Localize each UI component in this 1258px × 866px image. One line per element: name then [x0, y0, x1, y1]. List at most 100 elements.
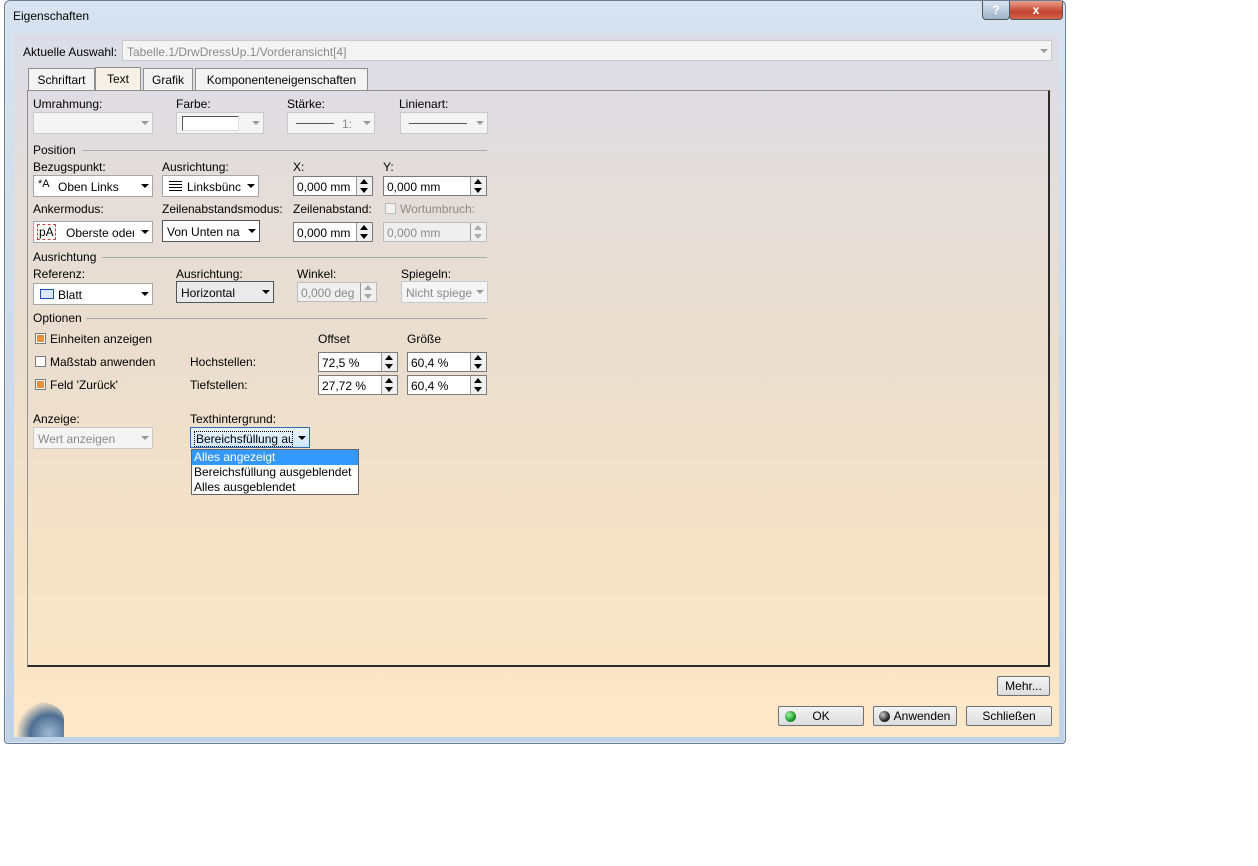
anzeige-combo[interactable]: Wert anzeigen — [33, 427, 153, 449]
groesse-header: Größe — [407, 332, 442, 346]
bezugspunkt-value: Oben Links — [58, 180, 119, 194]
position-ausrichtung-combo[interactable]: Linksbünc — [162, 175, 259, 197]
texthintergrund-combo[interactable]: Bereichsfüllung au — [190, 427, 310, 448]
einheiten-label: Einheiten anzeigen — [50, 332, 153, 346]
einheiten-checkbox[interactable] — [35, 333, 46, 344]
properties-dialog: Eigenschaften ? x Aktuelle Auswahl: Tabe… — [4, 0, 1066, 744]
hochstellen-offset-value: 72,5 % — [322, 356, 360, 370]
tab-panel: Umrahmung: Farbe: Stärke: 1: Linienart: … — [27, 90, 1050, 667]
tab-label: Text — [106, 72, 129, 86]
tiefstellen-label: Tiefstellen: — [190, 378, 248, 392]
massstab-checkbox[interactable] — [35, 356, 46, 367]
optionen-section-title: Optionen — [33, 311, 82, 325]
apply-ball-icon — [879, 711, 890, 722]
selection-value: Tabelle.1/DrwDressUp.1/Vorderansicht[4] — [127, 45, 347, 59]
dropdown-option-bereichsfuellung-ausgeblendet[interactable]: Bereichsfüllung ausgeblendet — [192, 465, 358, 480]
spin-arrows-icon[interactable] — [470, 223, 486, 241]
wortumbruch-spinner[interactable]: 0,000 mm — [383, 222, 487, 242]
spin-arrows-icon[interactable] — [381, 376, 397, 394]
ankermodus-label: Ankermodus: — [33, 202, 104, 216]
massstab-label: Maßstab anwenden — [50, 355, 156, 369]
bezugspunkt-label: Bezugspunkt: — [33, 160, 106, 174]
dropdown-option-alles-ausgeblendet[interactable]: Alles ausgeblendet — [192, 480, 358, 495]
tiefstellen-offset-spinner[interactable]: 27,72 % — [318, 375, 398, 395]
window-title: Eigenschaften — [13, 9, 90, 23]
orientation-ausrichtung-value: Horizontal — [181, 286, 236, 300]
sheet-icon — [40, 289, 54, 299]
tiefstellen-offset-value: 27,72 % — [322, 379, 367, 393]
orientation-ausrichtung-combo[interactable]: Horizontal — [176, 281, 274, 303]
line-style-icon — [409, 123, 467, 124]
title-bar[interactable]: Eigenschaften ? x — [5, 1, 1065, 29]
chevron-down-icon — [136, 428, 152, 448]
staerke-value: 1: — [342, 117, 353, 131]
farbe-label: Farbe: — [176, 97, 211, 111]
wortumbruch-value: 0,000 mm — [387, 226, 441, 240]
spin-arrows-icon[interactable] — [356, 177, 372, 195]
y-label: Y: — [383, 160, 394, 174]
ok-button[interactable]: OK — [778, 706, 864, 726]
selection-combo[interactable]: Tabelle.1/DrwDressUp.1/Vorderansicht[4] — [122, 40, 1052, 61]
section-divider — [102, 257, 487, 258]
zeilenabstandsmodus-value: Von Unten na — [167, 225, 240, 239]
tab-label: Komponenteneigenschaften — [206, 73, 357, 87]
spin-arrows-icon[interactable] — [470, 177, 486, 195]
help-button[interactable]: ? — [982, 1, 1010, 20]
tab-text[interactable]: Text — [95, 67, 141, 90]
farbe-combo[interactable] — [176, 112, 264, 134]
spiegeln-combo[interactable]: Nicht spiege — [401, 281, 488, 303]
anchor-point-icon: *A — [38, 178, 50, 190]
ankermodus-combo[interactable]: pA Oberste oder — [33, 221, 153, 243]
selection-label: Aktuelle Auswahl: — [23, 45, 118, 59]
position-ausrichtung-value: Linksbünc — [187, 180, 242, 194]
linienart-combo[interactable] — [400, 112, 488, 134]
y-spinner[interactable]: 0,000 mm — [383, 176, 487, 196]
x-label: X: — [293, 160, 305, 174]
zeilenabstandsmodus-combo[interactable]: Von Unten na — [162, 220, 260, 242]
tab-komponenteneigenschaften[interactable]: Komponenteneigenschaften — [195, 68, 368, 90]
schliessen-button[interactable]: Schließen — [966, 706, 1052, 726]
spin-arrows-icon[interactable] — [360, 283, 376, 301]
hochstellen-groesse-value: 60,4 % — [411, 356, 449, 370]
anzeige-label: Anzeige: — [33, 412, 80, 426]
x-value: 0,000 mm — [297, 180, 351, 194]
texthintergrund-value: Bereichsfüllung au — [194, 431, 293, 447]
section-divider — [82, 150, 487, 151]
ausrichtung-section-title: Ausrichtung — [33, 250, 97, 264]
x-spinner[interactable]: 0,000 mm — [293, 176, 373, 196]
chevron-down-icon — [358, 113, 374, 133]
chevron-down-icon — [242, 176, 258, 196]
spin-arrows-icon[interactable] — [356, 223, 372, 241]
spin-arrows-icon[interactable] — [470, 376, 486, 394]
chevron-down-icon — [243, 221, 259, 241]
anchor-mode-icon: pA — [37, 224, 56, 240]
chevron-down-icon — [136, 284, 152, 304]
chevron-down-icon — [471, 282, 487, 302]
spin-arrows-icon[interactable] — [470, 353, 486, 371]
wortumbruch-checkbox[interactable] — [385, 203, 396, 214]
chevron-down-icon — [136, 222, 152, 242]
tiefstellen-groesse-spinner[interactable]: 60,4 % — [407, 375, 487, 395]
staerke-combo[interactable]: 1: — [287, 112, 375, 134]
hochstellen-groesse-spinner[interactable]: 60,4 % — [407, 352, 487, 372]
zeilenabstand-spinner[interactable]: 0,000 mm — [293, 222, 373, 242]
tab-grafik[interactable]: Grafik — [143, 68, 193, 90]
bezugspunkt-combo[interactable]: *A Oben Links — [33, 175, 153, 197]
tiefstellen-groesse-value: 60,4 % — [411, 379, 449, 393]
referenz-combo[interactable]: Blatt — [33, 283, 153, 305]
mehr-button[interactable]: Mehr... — [997, 676, 1050, 696]
referenz-label: Referenz: — [33, 267, 86, 281]
hochstellen-offset-spinner[interactable]: 72,5 % — [318, 352, 398, 372]
feld-zurueck-checkbox[interactable] — [35, 379, 46, 390]
green-ball-icon — [785, 711, 796, 722]
chevron-down-icon — [136, 113, 152, 133]
close-button[interactable]: x — [1009, 1, 1063, 20]
anwenden-button[interactable]: Anwenden — [873, 706, 957, 726]
spin-arrows-icon[interactable] — [381, 353, 397, 371]
tab-schriftart[interactable]: Schriftart — [28, 68, 95, 90]
zeilenabstand-label: Zeilenabstand: — [293, 202, 372, 216]
umrahmung-combo[interactable] — [33, 112, 153, 134]
dropdown-option-alles-angezeigt[interactable]: Alles angezeigt — [192, 450, 358, 465]
chevron-down-icon — [1035, 41, 1051, 60]
winkel-spinner[interactable]: 0,000 deg — [297, 282, 377, 302]
